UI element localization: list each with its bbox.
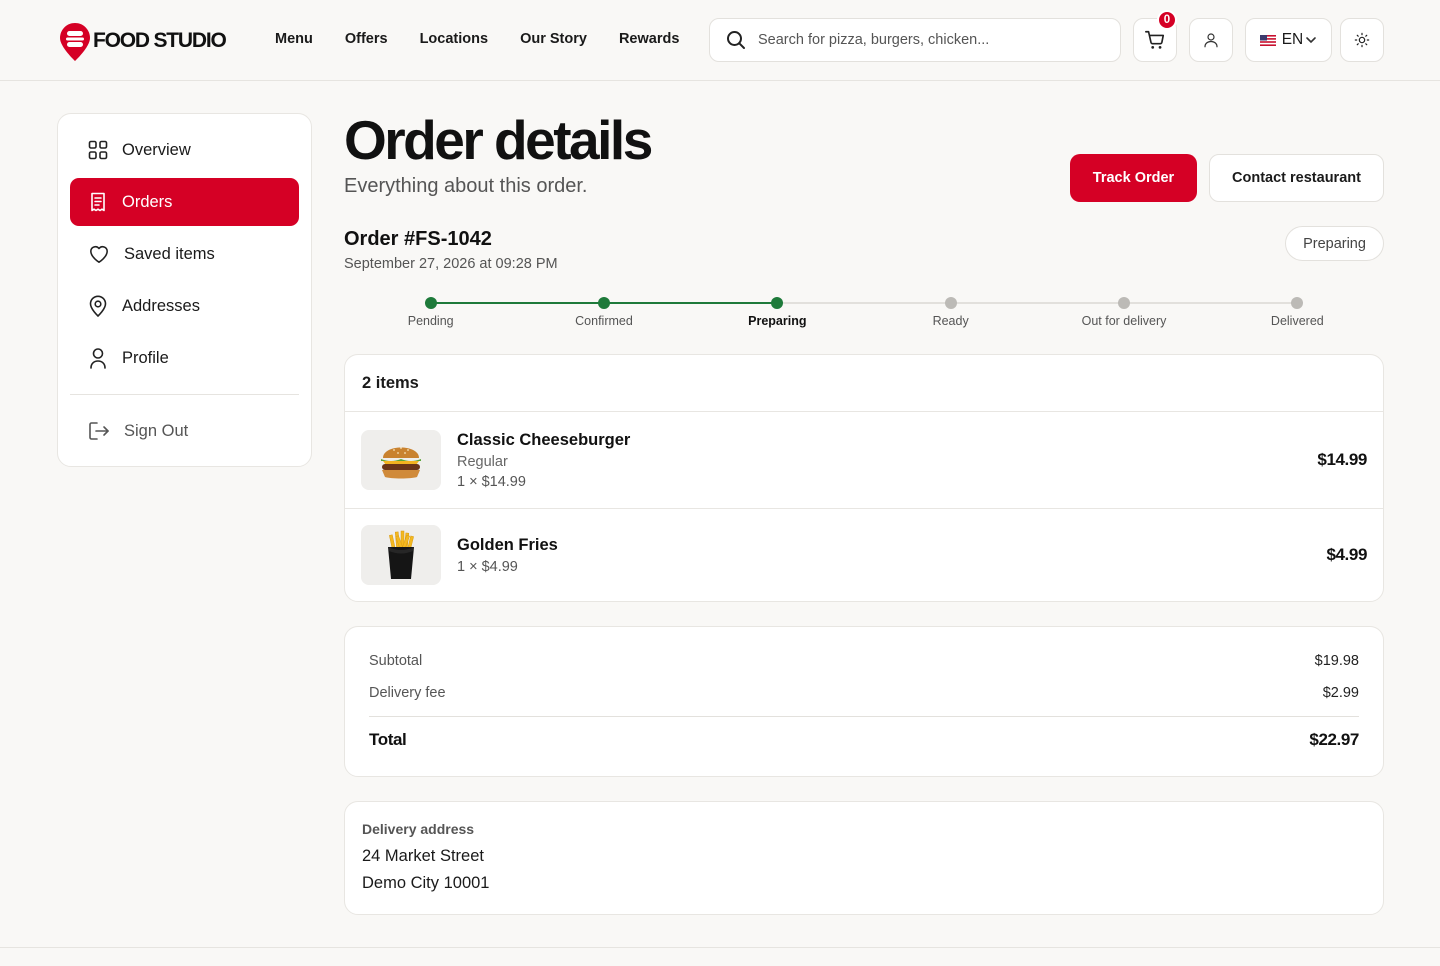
user-icon bbox=[90, 348, 106, 369]
status-badge: Preparing bbox=[1285, 226, 1384, 261]
subtotal-label: Subtotal bbox=[369, 653, 423, 669]
sign-out-button[interactable]: Sign Out bbox=[70, 407, 299, 455]
sun-icon bbox=[1354, 32, 1370, 48]
language-selector[interactable]: EN bbox=[1245, 18, 1332, 62]
track-order-button[interactable]: Track Order bbox=[1070, 154, 1197, 202]
page-subtitle: Everything about this order. bbox=[344, 175, 588, 197]
subtotal-value: $19.98 bbox=[1314, 653, 1359, 669]
delivery-fee-label: Delivery fee bbox=[369, 685, 446, 701]
progress-step-label: Delivered bbox=[1270, 314, 1324, 328]
progress-connector bbox=[1128, 302, 1294, 304]
progress-step-dot bbox=[1291, 297, 1304, 309]
totals-divider bbox=[369, 716, 1359, 717]
cart-count-badge: 0 bbox=[1157, 10, 1177, 30]
site-header: FOOD STUDIO Menu Offers Locations Our St… bbox=[0, 0, 1440, 81]
account-button[interactable] bbox=[1189, 18, 1233, 62]
order-items-card: 2 items Classic Cheeseburger Regular 1 ×… bbox=[344, 354, 1384, 602]
sidebar-item-label: Saved items bbox=[124, 244, 215, 263]
nav-menu[interactable]: Menu bbox=[275, 31, 313, 47]
item-variant: Regular bbox=[457, 454, 508, 470]
sidebar-divider bbox=[70, 394, 299, 395]
sign-out-label: Sign Out bbox=[124, 421, 189, 440]
item-price: $4.99 bbox=[1326, 545, 1367, 564]
sidebar-item-label: Addresses bbox=[122, 296, 200, 315]
logo-text: FOOD STUDIO bbox=[93, 29, 227, 52]
item-quantity: 1 × $14.99 bbox=[457, 474, 526, 490]
order-totals-card: Subtotal $19.98 Delivery fee $2.99 Total… bbox=[344, 626, 1384, 777]
sidebar-item-label: Overview bbox=[122, 140, 191, 159]
main-nav: Menu Offers Locations Our Story Rewards bbox=[275, 31, 711, 47]
logo-pin-icon bbox=[59, 22, 91, 62]
progress-step-label: Pending bbox=[407, 314, 454, 328]
progress-connector bbox=[781, 302, 947, 304]
progress-step-dot bbox=[944, 297, 957, 309]
page-title: Order details bbox=[344, 109, 653, 171]
search-icon bbox=[727, 31, 745, 49]
delivery-address-card: Delivery address 24 Market Street Demo C… bbox=[344, 801, 1384, 915]
account-sidebar: Overview Orders Saved items Addresses Pr… bbox=[57, 113, 312, 467]
sidebar-item-addresses[interactable]: Addresses bbox=[70, 282, 299, 330]
user-icon bbox=[1204, 33, 1218, 48]
total-row: Total $22.97 bbox=[369, 730, 1359, 750]
search-bar bbox=[709, 18, 1121, 62]
cart-icon bbox=[1145, 30, 1165, 49]
sidebar-item-saved-items[interactable]: Saved items bbox=[70, 230, 299, 278]
progress-step-dot bbox=[771, 297, 784, 309]
address-line-2: Demo City 10001 bbox=[362, 874, 490, 892]
total-value: $22.97 bbox=[1309, 730, 1359, 749]
progress-step-label: Confirmed bbox=[575, 314, 633, 328]
sidebar-item-overview[interactable]: Overview bbox=[70, 126, 299, 174]
delivery-fee-value: $2.99 bbox=[1322, 685, 1359, 701]
progress-step-label: Out for delivery bbox=[1081, 314, 1167, 328]
list-item[interactable]: Classic Cheeseburger Regular 1 × $14.99 … bbox=[345, 412, 1383, 509]
map-pin-icon bbox=[89, 295, 107, 317]
contact-restaurant-button[interactable]: Contact restaurant bbox=[1209, 154, 1384, 202]
cart-button[interactable]: 0 bbox=[1133, 10, 1177, 62]
progress-step-dot bbox=[598, 297, 610, 309]
item-name: Classic Cheeseburger bbox=[457, 431, 631, 449]
search-input[interactable] bbox=[758, 32, 1098, 48]
nav-our-story[interactable]: Our Story bbox=[520, 31, 587, 47]
address-line-1: 24 Market Street bbox=[362, 847, 484, 865]
logout-icon bbox=[89, 422, 109, 440]
order-date: September 27, 2026 at 09:28 PM bbox=[344, 256, 558, 272]
item-name: Golden Fries bbox=[457, 536, 558, 554]
order-progress-tracker: Pending Confirmed Preparing Ready Out for de… bbox=[344, 290, 1384, 334]
logo[interactable]: FOOD STUDIO bbox=[59, 22, 227, 62]
order-id: Order #FS-1042 bbox=[344, 228, 492, 250]
grid-icon bbox=[88, 140, 108, 160]
us-flag-icon bbox=[1259, 34, 1276, 46]
item-quantity: 1 × $4.99 bbox=[457, 559, 518, 575]
progress-connector bbox=[434, 302, 600, 304]
progress-step-label: Preparing bbox=[748, 314, 807, 328]
delivery-address-label: Delivery address bbox=[362, 821, 475, 837]
sidebar-item-label: Orders bbox=[122, 192, 173, 211]
items-count-heading: 2 items bbox=[345, 355, 1383, 412]
list-item[interactable]: Golden Fries 1 × $4.99 $4.99 bbox=[345, 509, 1383, 601]
sidebar-item-profile[interactable]: Profile bbox=[70, 334, 299, 382]
delivery-fee-row: Delivery fee $2.99 bbox=[369, 685, 1359, 701]
total-label: Total bbox=[369, 730, 407, 749]
theme-toggle-button[interactable] bbox=[1340, 18, 1384, 62]
progress-connector bbox=[608, 302, 774, 304]
fries-image bbox=[361, 525, 441, 585]
progress-step-label: Ready bbox=[932, 314, 969, 328]
cheeseburger-image bbox=[361, 430, 441, 490]
item-price: $14.99 bbox=[1317, 450, 1367, 469]
progress-step-dot bbox=[1118, 297, 1130, 309]
nav-locations[interactable]: Locations bbox=[420, 31, 488, 47]
subtotal-row: Subtotal $19.98 bbox=[369, 653, 1359, 669]
nav-rewards[interactable]: Rewards bbox=[619, 31, 679, 47]
sidebar-item-label: Profile bbox=[122, 348, 169, 367]
heart-icon bbox=[90, 246, 108, 263]
sidebar-item-orders[interactable]: Orders bbox=[70, 178, 299, 226]
receipt-icon bbox=[91, 192, 105, 212]
progress-connector bbox=[954, 302, 1120, 304]
language-label: EN bbox=[1281, 31, 1304, 48]
progress-step-dot bbox=[424, 297, 437, 309]
footer-divider bbox=[0, 947, 1440, 948]
chevron-down-icon bbox=[1306, 37, 1317, 44]
nav-offers[interactable]: Offers bbox=[345, 31, 388, 47]
